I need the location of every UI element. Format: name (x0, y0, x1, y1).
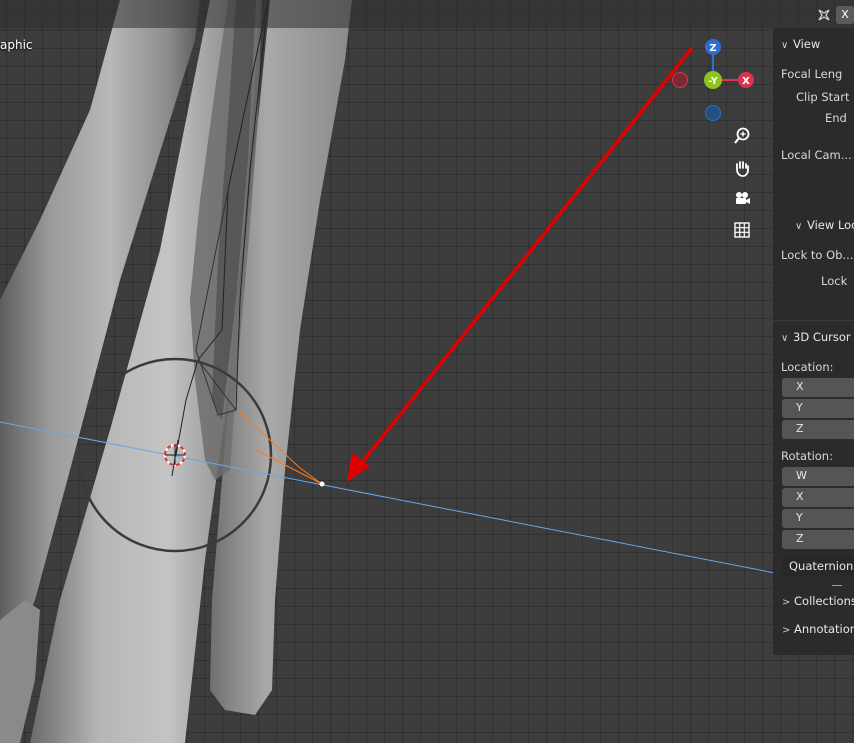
zoom-icon (734, 127, 750, 144)
annotations-section-header[interactable]: > Annotation (782, 622, 854, 636)
chevron-down-icon: ∨ (795, 221, 803, 232)
focal-length-label: Focal Leng (781, 67, 843, 81)
lock-to-object-label: Lock to Ob... (781, 248, 854, 262)
chevron-right-icon: > (782, 597, 791, 608)
camera-icon (736, 192, 750, 204)
perspective-toggle-button[interactable] (729, 217, 755, 243)
red-annotation-arrow (347, 46, 694, 482)
hand-icon (736, 161, 749, 177)
resize-indicator (832, 585, 842, 586)
view-section-header[interactable]: ∨ View (781, 37, 820, 51)
local-camera-label: Local Cam... (781, 148, 852, 162)
clip-end-label: End (825, 111, 847, 125)
svg-text:-Y: -Y (708, 76, 718, 87)
view-name-label: aphic (0, 38, 33, 52)
location-x-field[interactable]: X (782, 378, 854, 397)
chevron-down-icon: ∨ (781, 40, 789, 51)
rotation-z-field[interactable]: Z (782, 530, 854, 549)
rotation-mode-dropdown[interactable]: Quaternion (782, 556, 854, 576)
view-lock-section-header[interactable]: ∨ View Loc (795, 218, 854, 232)
chevron-right-icon: > (782, 625, 791, 636)
gizmo-toggle-icon[interactable] (816, 7, 832, 23)
navigation-gizmo[interactable]: Z X -Y (668, 36, 762, 126)
rotation-x-field[interactable]: X (782, 488, 854, 507)
lock-label: Lock (821, 274, 848, 288)
chevron-down-icon: ∨ (781, 333, 789, 344)
close-button[interactable]: X (836, 6, 854, 24)
collections-section-header[interactable]: > Collections (782, 594, 854, 608)
rotation-label: Rotation: (781, 449, 833, 463)
grid-icon (734, 222, 750, 238)
location-z-field[interactable]: Z (782, 420, 854, 439)
3d-cursor-section-header[interactable]: ∨ 3D Cursor (781, 330, 851, 344)
3d-viewport[interactable]: aphic Z X -Y X ∨ View Focal Leng Clip St… (0, 0, 854, 743)
location-label: Location: (781, 360, 834, 374)
section-divider (773, 320, 854, 321)
location-y-field[interactable]: Y (782, 399, 854, 418)
viewport-header (0, 0, 854, 28)
pan-button[interactable] (729, 155, 755, 181)
selected-vertex (319, 481, 325, 487)
svg-text:X: X (742, 76, 750, 87)
gizmo-neg-x (672, 72, 688, 88)
rotation-y-field[interactable]: Y (782, 509, 854, 528)
svg-text:Z: Z (709, 43, 716, 54)
zoom-button[interactable] (729, 123, 755, 149)
bottom-left-part (0, 600, 40, 743)
rotation-w-field[interactable]: W (782, 467, 854, 486)
gizmo-neg-z (705, 105, 721, 121)
camera-view-button[interactable] (729, 186, 755, 212)
clip-start-label: Clip Start (796, 90, 850, 104)
